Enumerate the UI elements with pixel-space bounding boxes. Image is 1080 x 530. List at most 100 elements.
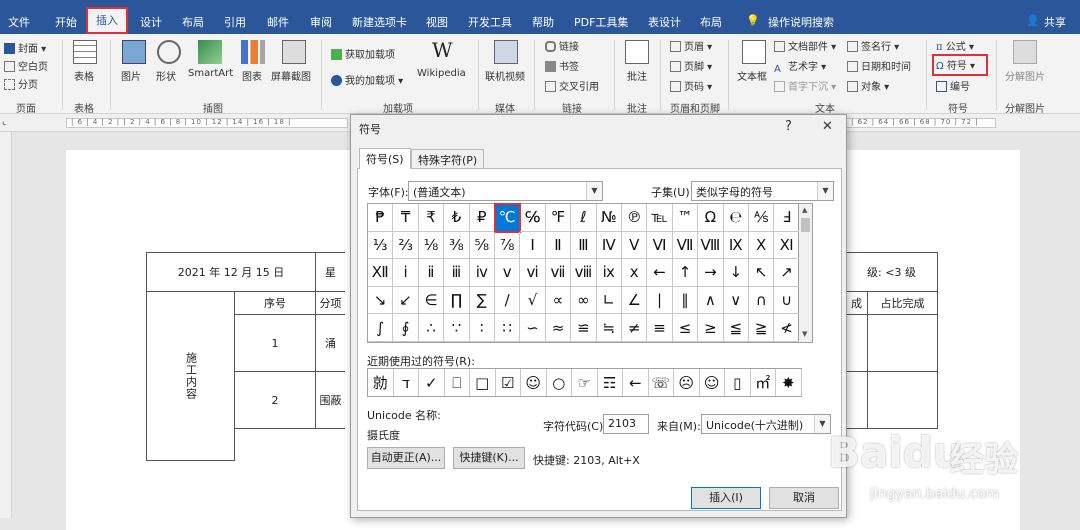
symbol-cell[interactable]: ≒ [596,314,622,342]
scroll-down-icon[interactable]: ▼ [802,330,807,338]
page-number-button[interactable]: 页码 ▾ [670,78,712,93]
symbol-cell[interactable]: ∧ [698,286,724,315]
tab-new[interactable]: 新建选项卡 [352,14,407,30]
symbol-cell[interactable]: ∽ [520,314,546,342]
symbol-cell[interactable]: ∫ [368,314,394,342]
symbol-cell[interactable]: ₹ [418,204,445,232]
recent-symbol-cell[interactable]: ○ [547,369,572,396]
symbol-cell[interactable]: ⅶ [545,259,572,287]
shortcut-key-button[interactable]: 快捷键(K)... [453,447,525,469]
symbol-cell[interactable]: ∟ [596,286,622,315]
recent-symbol-cell[interactable]: ☞ [572,369,598,396]
recent-symbol-cell[interactable]: ☺ [521,369,547,396]
tab-view[interactable]: 视图 [426,14,448,30]
get-addins-button[interactable]: 获取加载项 [331,46,395,61]
symbol-cell[interactable]: Ⅻ [368,259,394,287]
symbol-cell[interactable]: ↘ [368,286,394,315]
symbol-cell[interactable]: ∴ [418,314,445,342]
recent-symbol-cell[interactable]: ▯ [725,369,751,396]
row1-text-cell[interactable]: 涌 [315,314,345,372]
symbol-cell[interactable]: ∮ [393,314,419,342]
symbol-cell[interactable]: ⅱ [418,259,445,287]
tab-special-chars[interactable]: 特殊字符(P) [411,149,485,168]
link-button[interactable]: 链接 [545,38,579,53]
footer-button[interactable]: 页脚 ▾ [670,58,712,73]
cancel-button[interactable]: 取消 [769,487,839,509]
drop-cap-button[interactable]: 首字下沉 ▾ [774,78,836,93]
row1-ratio-cell[interactable] [867,314,938,372]
symbol-cell[interactable]: ⅳ [469,259,495,287]
symbol-cell[interactable]: ⅹ [622,259,648,287]
symbol-cell[interactable]: ≈ [545,314,572,342]
symbol-cell[interactable]: ™ [672,204,699,232]
from-select[interactable]: Unicode(十六进制) ▼ [701,414,831,434]
recent-symbol-cell[interactable]: □ [470,369,496,396]
symbol-cell[interactable]: ℓ [571,204,597,232]
symbol-cell[interactable]: Ⅹ [749,231,775,260]
chart-button[interactable]: 图表 [242,68,262,83]
table-button[interactable]: 表格 [74,68,94,83]
signature-line-button[interactable]: 签名行 ▾ [847,38,899,53]
symbol-cell[interactable]: ⅝ [469,231,495,260]
row1-seq-cell[interactable]: 1 [234,314,316,372]
date-cell[interactable]: 2021 年 12 月 15 日 [146,252,316,292]
online-video-button[interactable]: 联机视频 [485,68,525,83]
symbol-cell[interactable]: Ⅎ [774,204,800,232]
symbol-cell[interactable]: ⅍ [749,204,775,232]
symbol-cell[interactable]: ∏ [444,286,470,315]
symbol-cell[interactable]: ⅓ [368,231,394,260]
symbol-cell[interactable]: ≤ [672,314,699,342]
tab-design[interactable]: 设计 [140,14,162,30]
symbol-cell[interactable]: ∈ [418,286,445,315]
symbol-cell[interactable]: Ⅳ [596,231,622,260]
level-cell[interactable]: 级: <3 级 [846,252,938,292]
recent-symbol-cell[interactable]: ☺ [700,369,725,396]
tab-layout[interactable]: 布局 [182,14,204,30]
tab-help[interactable]: 帮助 [532,14,554,30]
recent-symbol-cell[interactable]: ✸ [776,369,802,396]
symbol-cell[interactable]: ∣ [647,286,673,315]
cover-page-button[interactable]: 封面 ▾ [4,40,46,55]
cross-reference-button[interactable]: 交叉引用 [545,78,599,93]
bookmark-button[interactable]: 书签 [545,58,579,73]
symbol-cell[interactable]: ₸ [393,204,419,232]
symbol-cell[interactable]: ↗ [774,259,800,287]
my-addins-button[interactable]: 我的加载项 ▾ [331,72,403,87]
recent-symbol-cell[interactable]: ← [623,369,649,396]
symbol-cell[interactable]: ∪ [774,286,800,315]
symbol-cell[interactable]: ⅜ [444,231,470,260]
symbol-cell[interactable]: ℡ [647,204,673,232]
symbol-cell[interactable]: ∶ [469,314,495,342]
row1-done-cell[interactable] [846,314,868,372]
symbol-cell[interactable]: ⅞ [495,231,521,260]
recent-symbol-cell[interactable]: ✓ [419,369,445,396]
done-header-cell[interactable]: 成 [846,291,868,315]
symbol-cell[interactable]: ∝ [545,286,572,315]
symbol-cell[interactable]: ≡ [647,314,673,342]
tab-review[interactable]: 审阅 [310,14,332,30]
tab-mailings[interactable]: 邮件 [267,14,289,30]
symbol-cell[interactable]: Ω [698,204,724,232]
autocorrect-button[interactable]: 自动更正(A)... [367,447,445,469]
tab-table-layout[interactable]: 布局 [700,14,722,30]
symbol-cell[interactable]: ↙ [393,286,419,315]
symbol-cell[interactable]: ∞ [571,286,597,315]
symbol-cell[interactable]: ₽ [469,204,495,232]
symbol-cell[interactable]: ∥ [672,286,699,315]
help-button[interactable]: ? [785,119,792,134]
recent-symbol-cell[interactable]: ☹ [674,369,700,396]
symbol-cell[interactable]: ₺ [444,204,470,232]
symbol-cell[interactable]: ↓ [723,259,749,287]
symbol-cell[interactable]: Ⅲ [571,231,597,260]
symbol-cell[interactable]: ≮ [774,314,800,342]
symbol-cell[interactable]: Ⅶ [672,231,699,260]
ratio-header-cell[interactable]: 占比完成 [867,291,938,315]
symbol-cell[interactable]: ≦ [723,314,749,342]
numbering-button[interactable]: 编号 [936,78,970,93]
tab-developer[interactable]: 开发工具 [468,14,512,30]
recent-symbol-cell[interactable]: ד [394,369,419,396]
symbol-cell[interactable]: ℉ [545,204,572,232]
symbol-cell[interactable]: ℗ [622,204,648,232]
equation-button[interactable]: π 公式 ▾ [936,38,974,53]
symbol-cell-selected[interactable]: ℃ [493,203,522,233]
